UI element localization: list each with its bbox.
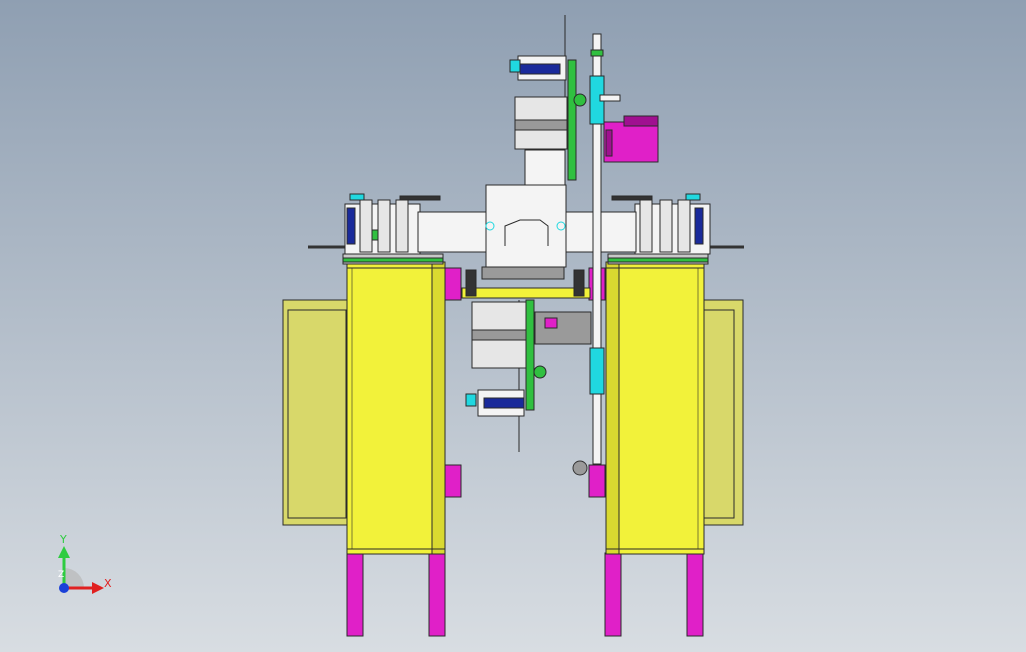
left-side-panel: [282, 299, 350, 526]
right-cabinet: [588, 261, 705, 555]
left-deck: [342, 253, 444, 265]
cad-viewport[interactable]: Y X Z: [0, 0, 1026, 652]
x-axis-label: X: [104, 577, 112, 590]
y-axis-label: Y: [60, 533, 67, 546]
left-cabinet: [346, 261, 462, 555]
z-axis-label: Z: [58, 570, 65, 580]
magenta-motor: [603, 115, 659, 163]
right-deck: [607, 253, 709, 265]
machine-assembly-drawing: [0, 0, 1026, 652]
right-side-panel: [701, 299, 744, 526]
